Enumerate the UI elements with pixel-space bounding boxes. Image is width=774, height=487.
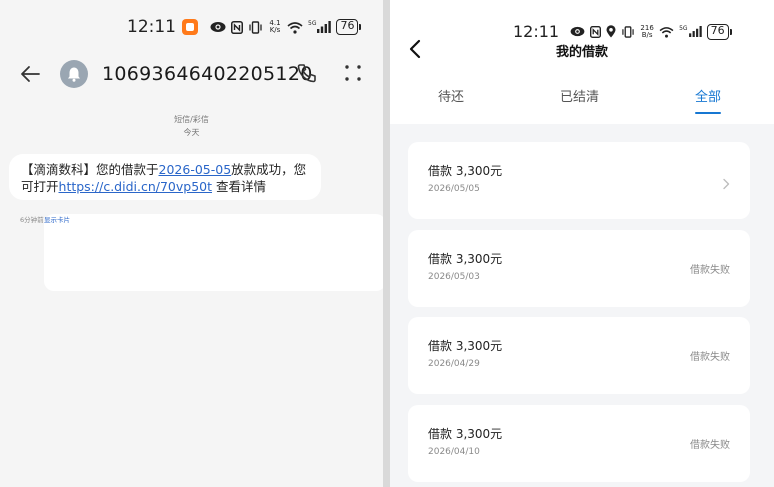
network-speed: 216 B/s <box>640 23 654 39</box>
signal-icon <box>688 26 702 37</box>
loans-header: 12:11 216 B/s 5G 76 我的借款 待还 已结清 全部 <box>390 0 774 124</box>
message-day: 今天 <box>183 128 200 137</box>
loan-card[interactable]: 借款 3,300元 2026/04/29 借款失败 <box>408 317 750 394</box>
loan-date: 2026/05/05 <box>428 184 480 194</box>
eye-icon <box>570 26 585 37</box>
sender-number: 10693646402205120 <box>102 63 313 85</box>
conversation-header: 10693646402205120 <box>18 58 370 90</box>
status-time: 12:11 <box>127 17 176 37</box>
message-type: 短信/彩信 <box>174 115 209 124</box>
back-arrow-icon[interactable] <box>18 62 42 86</box>
loan-date: 2026/04/10 <box>428 447 480 457</box>
nfc-icon <box>231 20 243 34</box>
loan-tabs: 待还 已结清 全部 <box>390 86 774 116</box>
message-url-link[interactable]: https://c.didi.cn/70vp50t <box>59 179 213 194</box>
loan-status: 借款失败 <box>690 440 730 451</box>
message-prefix: 【滴滴数科】您的借款于 <box>21 162 159 177</box>
status-bar: 12:11 216 B/s 5G 76 <box>513 22 732 41</box>
location-icon <box>606 25 616 38</box>
vibrate-icon <box>249 20 262 34</box>
tab-all[interactable]: 全部 <box>695 86 721 105</box>
loan-date: 2026/05/03 <box>428 272 480 282</box>
phone-icon[interactable] <box>296 62 318 88</box>
network-type: 5G <box>308 20 317 27</box>
message-date-link[interactable]: 2026-05-05 <box>159 162 232 177</box>
active-tab-indicator <box>695 112 721 114</box>
more-options-icon[interactable] <box>344 64 362 86</box>
tab-pending[interactable]: 待还 <box>438 86 464 105</box>
loan-card[interactable]: 借款 3,300元 2026/05/03 借款失败 <box>408 230 750 307</box>
network-type: 5G <box>679 25 688 32</box>
loan-amount: 借款 3,300元 <box>428 164 503 178</box>
vibrate-icon <box>622 25 634 38</box>
message-bubble[interactable]: 【滴滴数科】您的借款于2026-05-05放款成功，您可打开https://c.… <box>9 154 321 200</box>
message-footer: 6分钟前 显示卡片 <box>20 214 383 291</box>
loan-status: 借款失败 <box>690 352 730 363</box>
wifi-icon <box>659 26 674 38</box>
sms-screen: 12:11 4.1 K/s 5G 76 10693646402205120 短信… <box>0 0 383 487</box>
loan-status: 借款失败 <box>690 265 730 276</box>
app-notification-icon <box>182 19 198 35</box>
wifi-icon <box>287 21 303 34</box>
message-suffix: 查看详情 <box>212 179 266 194</box>
battery-indicator: 76 <box>706 23 732 40</box>
loan-card[interactable]: 借款 3,300元 2026/04/10 借款失败 <box>408 405 750 482</box>
loan-date: 2026/04/29 <box>428 359 480 369</box>
chevron-right-icon <box>722 175 730 194</box>
battery-indicator: 76 <box>336 19 362 35</box>
loan-card[interactable]: 借款 3,300元 2026/05/05 <box>408 142 750 219</box>
tab-settled[interactable]: 已结清 <box>560 86 599 105</box>
show-card-link[interactable]: 显示卡片 <box>44 214 383 291</box>
signal-icon <box>317 21 332 33</box>
message-meta: 短信/彩信 今天 <box>0 113 383 139</box>
network-speed: 4.1 K/s <box>269 19 281 34</box>
loans-screen: 12:11 216 B/s 5G 76 我的借款 待还 已结清 全部 借款 3,… <box>390 0 774 487</box>
status-bar: 12:11 4.1 K/s 5G 76 <box>127 16 367 38</box>
bell-icon <box>68 67 80 82</box>
message-time-ago: 6分钟前 <box>20 216 44 224</box>
status-time: 12:11 <box>513 22 560 41</box>
eye-icon <box>210 22 226 32</box>
loan-amount: 借款 3,300元 <box>428 252 503 266</box>
nfc-icon <box>590 25 602 38</box>
avatar[interactable] <box>60 60 88 88</box>
loan-amount: 借款 3,300元 <box>428 427 503 441</box>
loan-amount: 借款 3,300元 <box>428 339 503 353</box>
page-title: 我的借款 <box>555 45 608 60</box>
